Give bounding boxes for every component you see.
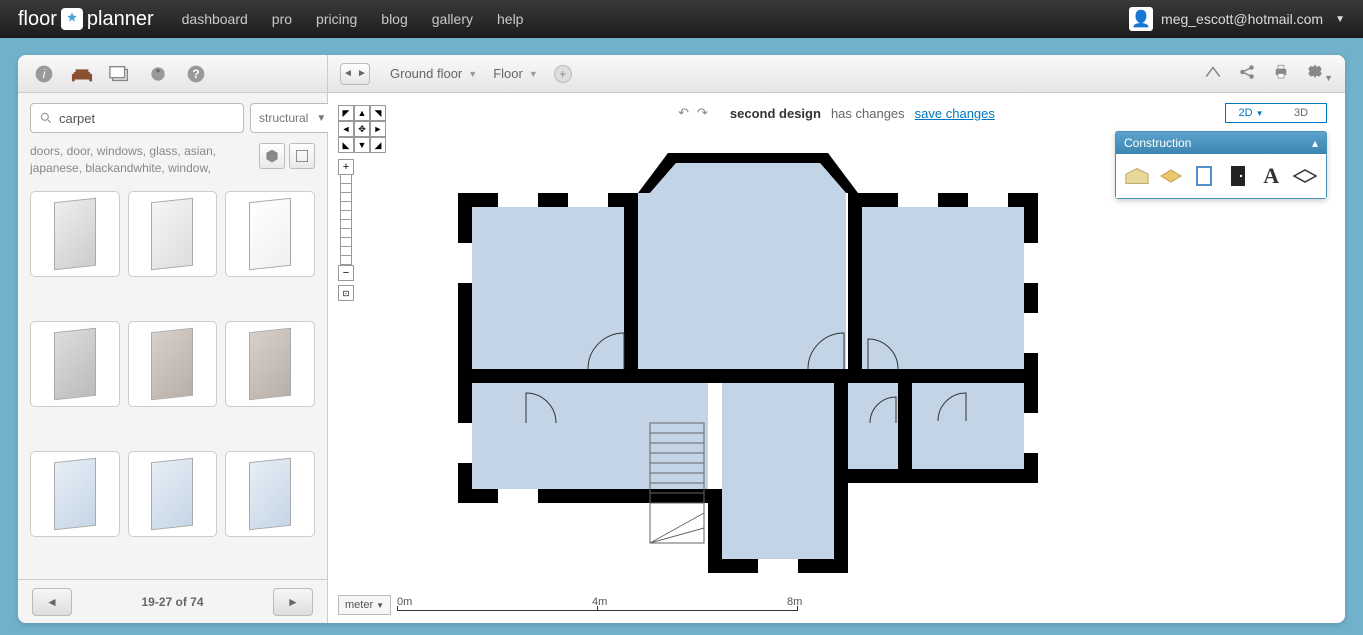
furniture-icon[interactable] (70, 62, 94, 86)
grid-3d-icon[interactable] (259, 143, 285, 169)
svg-text:?: ? (192, 68, 199, 81)
library-item[interactable] (225, 451, 315, 537)
units-label: meter (345, 599, 373, 611)
user-menu[interactable]: 👤 meg_escott@hotmail.com ▼ (1129, 7, 1345, 31)
pan-center[interactable]: ✥ (354, 121, 370, 137)
zoom-out-button[interactable]: − (338, 265, 354, 281)
nav-dashboard[interactable]: dashboard (182, 11, 248, 27)
settings-icon[interactable]: ▼ (1306, 63, 1333, 84)
history-buttons[interactable]: ◄► (340, 63, 370, 85)
library-item[interactable] (128, 451, 218, 537)
zoom-control: + − ⊡ (338, 159, 354, 301)
back-icon[interactable]: ◄ (341, 64, 355, 84)
save-changes-link[interactable]: save changes (915, 106, 995, 121)
scale-4: 4m (592, 596, 607, 608)
zoom-in-button[interactable]: + (338, 159, 354, 175)
scale-0: 0m (397, 596, 412, 608)
avatar: 👤 (1129, 7, 1153, 31)
add-floor-button[interactable]: + (554, 65, 572, 83)
scale-8: 8m (787, 596, 802, 608)
zoom-track[interactable] (340, 175, 352, 265)
chevron-down-icon: ▼ (468, 69, 477, 79)
nav-help[interactable]: help (497, 11, 523, 27)
workspace: i ? structural ▼ doors, door, windows, g… (18, 55, 1345, 623)
main-actions: ▼ (1204, 63, 1333, 84)
chevron-down-icon: ▼ (316, 113, 326, 124)
filter-label: structural (259, 111, 308, 125)
pan-n[interactable]: ▲ (354, 105, 370, 121)
crumb-label: Floor (493, 66, 523, 81)
prev-page-button[interactable]: ◄ (32, 588, 72, 616)
styles-icon[interactable] (146, 62, 170, 86)
library-item[interactable] (225, 191, 315, 277)
redo-icon[interactable]: ↷ (697, 105, 708, 121)
tags-text[interactable]: doors, door, windows, glass, asian, japa… (30, 143, 230, 177)
view-2d-button[interactable]: 2D▼ (1226, 104, 1276, 122)
undo-icon[interactable]: ↶ (678, 105, 689, 121)
photos-icon[interactable] (108, 62, 132, 86)
nav-links: dashboard pro pricing blog gallery help (182, 11, 524, 27)
logo-icon (61, 8, 83, 30)
status-bar: ↶ ↷ second design has changes save chang… (328, 105, 1345, 121)
library-item[interactable] (30, 321, 120, 407)
floorplan-canvas[interactable] (378, 133, 1325, 583)
sidebar-toolbar: i ? (18, 55, 327, 93)
pan-ne[interactable]: ◥ (370, 105, 386, 121)
search-icon (39, 111, 53, 125)
filter-dropdown[interactable]: structural ▼ (250, 103, 335, 133)
main-toolbar: ◄► Ground floor ▼ Floor ▼ + ▼ (328, 55, 1345, 93)
nav-pricing[interactable]: pricing (316, 11, 357, 27)
undo-redo: ↶ ↷ (678, 105, 708, 121)
pan-sw[interactable]: ◣ (338, 137, 354, 153)
info-icon[interactable]: i (32, 62, 56, 86)
design-name: second design (730, 106, 821, 121)
library-item[interactable] (128, 321, 218, 407)
zoom-fit-button[interactable]: ⊡ (338, 285, 354, 301)
view-2d-label: 2D (1239, 107, 1253, 119)
crumb-label: Ground floor (390, 66, 462, 81)
search-box[interactable] (30, 103, 244, 133)
view-3d-button[interactable]: 3D (1276, 104, 1326, 122)
pager-text: 19-27 of 74 (141, 595, 203, 609)
logo-text-planner: planner (87, 8, 154, 31)
help-icon[interactable]: ? (184, 62, 208, 86)
pan-nw[interactable]: ◤ (338, 105, 354, 121)
pager: ◄ 19-27 of 74 ► (18, 579, 327, 623)
topbar: floor planner dashboard pro pricing blog… (0, 0, 1363, 38)
pan-s[interactable]: ▼ (354, 137, 370, 153)
library-item[interactable] (225, 321, 315, 407)
library-item[interactable] (30, 191, 120, 277)
export-icon[interactable] (1204, 63, 1222, 84)
crumb-ground-floor[interactable]: Ground floor ▼ (390, 66, 477, 81)
print-icon[interactable] (1272, 63, 1290, 84)
chevron-down-icon: ▼ (1335, 14, 1345, 25)
next-page-button[interactable]: ► (273, 588, 313, 616)
pan-w[interactable]: ◄ (338, 121, 354, 137)
search-input[interactable] (59, 111, 235, 126)
search-row: structural ▼ (18, 93, 327, 143)
grid-flat-icon[interactable] (289, 143, 315, 169)
forward-icon[interactable]: ► (355, 64, 369, 84)
units-dropdown[interactable]: meter▼ (338, 595, 391, 615)
user-email: meg_escott@hotmail.com (1161, 11, 1323, 27)
logo-text-floor: floor (18, 8, 57, 31)
library-item[interactable] (128, 191, 218, 277)
crumb-floor[interactable]: Floor ▼ (493, 66, 538, 81)
library-grid (18, 185, 327, 579)
logo[interactable]: floor planner (18, 8, 154, 31)
nav-blog[interactable]: blog (381, 11, 407, 27)
chevron-down-icon: ▼ (529, 69, 538, 79)
view-toggle: 2D▼ 3D (1225, 103, 1327, 123)
status-text: has changes (831, 106, 905, 121)
svg-text:i: i (43, 68, 46, 81)
nav-gallery[interactable]: gallery (432, 11, 473, 27)
ruler: meter▼ 0m 4m 8m (338, 595, 797, 615)
share-icon[interactable] (1238, 63, 1256, 84)
tag-cloud: doors, door, windows, glass, asian, japa… (18, 143, 327, 185)
nav-pro[interactable]: pro (272, 11, 292, 27)
main: ◄► Ground floor▼ Floor▼ + ▼ ↶ ↷ second d… (328, 55, 1345, 623)
sidebar: i ? structural ▼ doors, door, windows, g… (18, 55, 328, 623)
library-item[interactable] (30, 451, 120, 537)
